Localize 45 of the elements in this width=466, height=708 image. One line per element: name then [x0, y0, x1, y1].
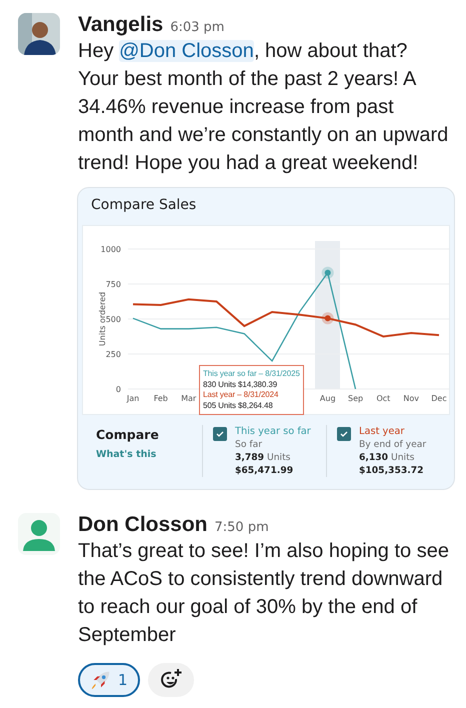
avatar-icon: [18, 513, 60, 555]
message-time[interactable]: 7:50 pm: [214, 520, 269, 535]
message-text: That’s great to see! I’m also hoping to see the ACoS to consistently trend downward to reach our goal of 30% by the end of September: [78, 539, 450, 648]
author-name[interactable]: Don Closson: [78, 513, 208, 537]
tooltip-heading: Last year – 8/31/2024: [203, 390, 280, 401]
reaction-count: 1: [118, 671, 128, 689]
units-total: 6,130 Units: [359, 451, 416, 464]
x-tick-label: Dec: [431, 394, 447, 403]
checkbox[interactable]: [337, 427, 351, 441]
amount-total: $65,471.99: [235, 464, 294, 477]
card-title: Compare Sales: [90, 196, 198, 215]
x-tick-label: Jan: [126, 394, 140, 403]
data-point-marker: [322, 312, 334, 324]
y-tick-label: 750: [106, 280, 121, 289]
tooltip-detail: 505 Units $8,264.48: [203, 400, 274, 412]
tooltip-heading: This year so far – 8/31/2025: [203, 369, 300, 380]
x-tick-label: Nov: [403, 394, 419, 403]
reaction-button[interactable]: 1: [78, 663, 140, 697]
y-axis-title: Units ordered: [98, 292, 107, 346]
y-tick-label: 1000: [100, 245, 121, 254]
mention-link[interactable]: @Don Closson: [119, 40, 254, 62]
rocket-icon: [90, 669, 112, 691]
y-tick-label: 500: [106, 315, 121, 324]
legend-label: Last year: [359, 425, 406, 438]
legend-subtitle: By end of year: [359, 438, 426, 451]
y-tick-label: 0: [116, 385, 121, 394]
x-tick-label: Oct: [376, 394, 390, 403]
amount-total: $105,353.72: [359, 464, 425, 477]
message-time[interactable]: 6:03 pm: [170, 20, 224, 35]
author-name[interactable]: Vangelis: [78, 13, 164, 37]
units-total: 3,789 Units: [235, 451, 292, 464]
whats-this-link[interactable]: What's this: [96, 449, 192, 460]
y-tick-label: 250: [106, 350, 121, 359]
add-reaction-button[interactable]: [148, 663, 194, 697]
compare-title: Compare: [96, 427, 160, 442]
tooltip-detail: 830 Units $14,380.39: [203, 380, 278, 390]
data-point-marker: [322, 266, 334, 279]
legend-subtitle: So far: [235, 438, 264, 451]
x-tick-label: Aug: [320, 394, 336, 403]
x-tick-label: Feb: [154, 394, 168, 403]
checkbox[interactable]: [213, 427, 227, 441]
message-text: Hey @Don Closson, how about that? Your best month of the past 2 years! A 34.46% revenue increase from past month and we’re constantly on an upward trend! Hope you had a great weekend!: [78, 39, 450, 176]
x-tick-label: Mar: [181, 394, 196, 403]
legend-label: This year so far: [235, 425, 311, 438]
x-tick-label: Sep: [348, 394, 364, 403]
